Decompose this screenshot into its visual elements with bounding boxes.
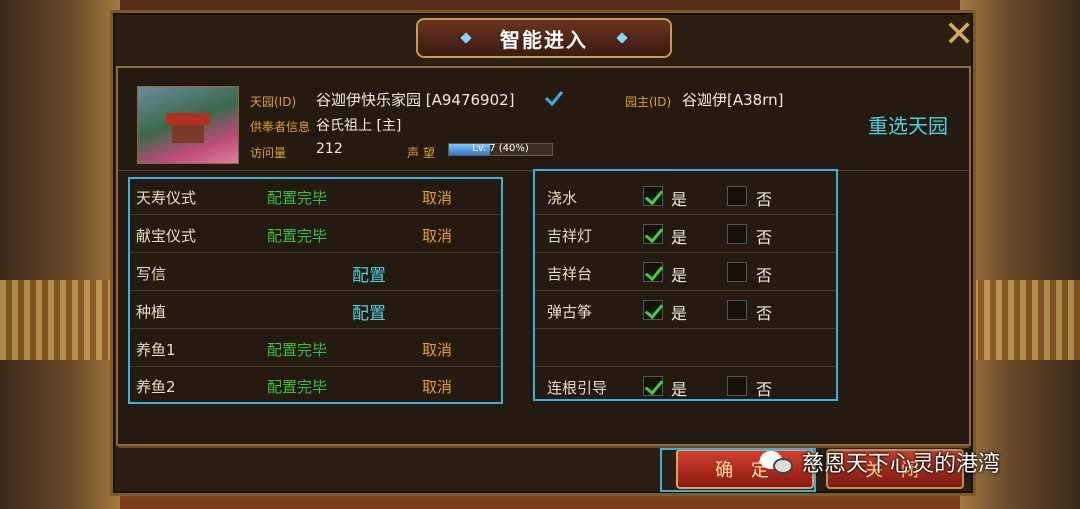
pavilion-roof	[166, 113, 210, 125]
ritual-name: 写信	[136, 265, 167, 283]
background-railing-right	[960, 280, 1080, 360]
cancel-button[interactable]: 取消	[422, 225, 452, 246]
close-icon[interactable]: ✕	[944, 17, 974, 53]
visits-value: 212	[316, 141, 343, 157]
worshipper-value: 谷氏祖上 [主]	[316, 118, 402, 134]
activity-row: 连根引导 是 否	[535, 367, 836, 405]
pavilion-base	[172, 125, 204, 143]
yes-checkbox[interactable]	[643, 262, 663, 282]
activity-row: 吉祥台 是 否	[535, 253, 836, 291]
watermark-text: 慈恩天下心灵的港湾	[802, 452, 1001, 477]
activity-name: 吉祥灯	[547, 227, 593, 245]
activity-name: 吉祥台	[547, 265, 593, 283]
visits-label: 访问量	[250, 146, 287, 160]
activity-row: 浇水 是 否	[535, 177, 836, 215]
no-checkbox[interactable]	[727, 376, 747, 396]
background-railing-left	[0, 280, 120, 360]
yes-checkbox[interactable]	[643, 186, 663, 206]
watermark: 慈恩天下心灵的港湾	[760, 446, 1000, 478]
ritual-row: 养鱼1 配置完毕 取消	[130, 329, 501, 367]
reputation-label: 声 望	[407, 146, 435, 160]
diamond-ornament-icon	[616, 32, 628, 44]
yes-label: 是	[671, 304, 688, 323]
ritual-row: 献宝仪式 配置完毕 取消	[130, 215, 501, 253]
ritual-row: 养鱼2 配置完毕 取消	[130, 366, 501, 404]
cancel-button[interactable]: 取消	[422, 339, 452, 360]
reputation-bar: Lv. 7 (40%)	[448, 143, 553, 156]
garden-thumbnail	[137, 86, 239, 164]
ritual-name: 养鱼2	[136, 378, 176, 396]
owner-id-label: 园主(ID)	[625, 95, 672, 109]
ritual-status: 配置完毕	[267, 189, 328, 207]
bubble-small	[773, 458, 793, 474]
verified-check-icon	[544, 91, 564, 107]
background-scene-right	[960, 0, 1080, 509]
activity-row: 弹古筝 是 否	[535, 291, 836, 329]
dialog-title-plate: 智能进入	[416, 18, 672, 58]
activity-name: 弹古筝	[547, 303, 593, 321]
activity-name: 浇水	[547, 189, 578, 207]
ritual-name: 养鱼1	[136, 341, 176, 359]
ritual-name: 种植	[136, 303, 167, 321]
no-checkbox[interactable]	[727, 224, 747, 244]
activity-name: 连根引导	[547, 379, 608, 397]
owner-id-value: 谷迦伊[A38rn]	[682, 91, 784, 109]
cancel-button[interactable]: 取消	[422, 376, 452, 397]
ritual-row: 天寿仪式 配置完毕 取消	[130, 177, 501, 215]
diamond-ornament-icon	[460, 32, 472, 44]
yes-checkbox[interactable]	[643, 224, 663, 244]
no-label: 否	[756, 380, 773, 399]
no-label: 否	[756, 304, 773, 323]
ritual-status: 配置完毕	[267, 378, 328, 396]
configure-button[interactable]: 配置	[352, 261, 386, 286]
yes-label: 是	[671, 380, 688, 399]
reselect-garden-button[interactable]: 重选天园	[868, 110, 948, 139]
no-checkbox[interactable]	[727, 300, 747, 320]
ritual-name: 献宝仪式	[136, 227, 197, 245]
garden-id-value: 谷迦伊快乐家园 [A9476902]	[316, 91, 515, 109]
no-label: 否	[756, 190, 773, 209]
yes-label: 是	[671, 228, 688, 247]
ritual-status: 配置完毕	[267, 341, 328, 359]
activity-row: 吉祥灯 是 否	[535, 215, 836, 253]
yes-checkbox[interactable]	[643, 376, 663, 396]
ritual-status: 配置完毕	[267, 227, 328, 245]
no-label: 否	[756, 228, 773, 247]
garden-id-label: 天园(ID)	[250, 95, 297, 109]
configure-button[interactable]: 配置	[352, 299, 386, 324]
no-label: 否	[756, 266, 773, 285]
yes-label: 是	[671, 190, 688, 209]
wechat-icon	[760, 447, 796, 477]
reputation-text: Lv. 7 (40%)	[472, 143, 529, 154]
no-checkbox[interactable]	[727, 262, 747, 282]
background-scene-left	[0, 0, 120, 509]
dialog-title: 智能进入	[500, 27, 588, 52]
ritual-name: 天寿仪式	[136, 189, 197, 207]
no-checkbox[interactable]	[727, 186, 747, 206]
worshipper-label: 供奉者信息	[250, 120, 311, 134]
ritual-row: 写信 配置	[130, 253, 501, 291]
cancel-button[interactable]: 取消	[422, 187, 452, 208]
ritual-row: 种植 配置	[130, 291, 501, 329]
yes-label: 是	[671, 266, 688, 285]
yes-checkbox[interactable]	[643, 300, 663, 320]
activity-row-empty	[535, 329, 836, 367]
